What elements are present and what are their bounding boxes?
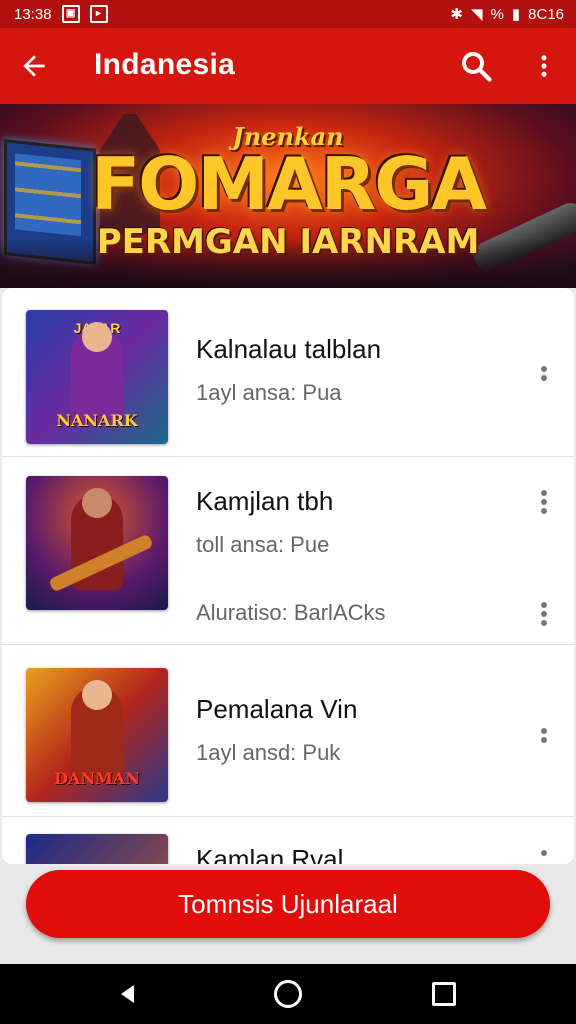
item-menu-icon[interactable] (532, 488, 556, 516)
hero-banner[interactable]: Jnenkan FOMARGA PERMGAN IARNRAM (0, 104, 576, 288)
item-title: Kamjlan tbh (196, 486, 334, 516)
page-title: Indanesia (94, 48, 236, 81)
character-head-art (82, 680, 112, 710)
battery-icon: ▮ (511, 6, 521, 23)
list-item[interactable]: DANMAN Pemalanа Vin 1ayl ansd: Puk (2, 644, 574, 817)
status-right-text: 8C16 (528, 5, 564, 23)
list-item[interactable]: Kamlan Rval (2, 816, 574, 864)
game-thumbnail[interactable]: JALAR NANARK (26, 310, 168, 444)
app-bar: Indanesia (0, 28, 576, 104)
arrow-left-icon[interactable] (18, 50, 50, 82)
item-menu-icon[interactable] (532, 600, 556, 628)
thumb-label: DANMAN (54, 769, 140, 788)
banner-title: FOMARGA (90, 142, 487, 226)
character-head-art (82, 322, 112, 352)
battery-percent: % (490, 5, 504, 23)
thumb-label: NANARK (56, 411, 138, 430)
nav-home-icon[interactable] (274, 980, 302, 1008)
nav-back-icon[interactable] (116, 982, 140, 1006)
more-vert-icon[interactable] (530, 48, 558, 84)
item-title: Kalnalau talblan (196, 334, 382, 364)
item-subtitle: 1ayl ansd: Puk (196, 740, 341, 765)
notification-icon: ▸ (89, 5, 108, 23)
character-head-art (82, 488, 112, 518)
list-item[interactable]: Kamjlan tbh toll ansa: Pue Aluratiso: Ba… (2, 456, 574, 645)
primary-action-button[interactable]: Tomnsis Ujunlaraal (26, 870, 550, 938)
item-subtitle: toll ansa: Pue (196, 532, 330, 557)
game-list: JALAR NANARK Kalnalau talblan 1ayl ansa:… (2, 288, 574, 864)
game-thumbnail[interactable] (26, 476, 168, 610)
item-title: Pemalanа Vin (196, 694, 358, 724)
item-title: Kamlan Rval (196, 844, 344, 864)
nav-recents-icon[interactable] (432, 982, 456, 1006)
item-menu-icon[interactable] (532, 726, 556, 754)
wifi-icon: ◥ (470, 6, 483, 23)
bluetooth-icon: ✱ (450, 6, 463, 23)
item-subtitle: 1ayl ansa: Pua (196, 380, 342, 405)
list-item[interactable]: JALAR NANARK Kalnalau talblan 1ayl ansa:… (2, 288, 574, 457)
gallery-icon: ▣ (61, 5, 80, 23)
item-menu-icon[interactable] (532, 364, 556, 392)
game-thumbnail[interactable]: DANMAN (26, 668, 168, 802)
status-bar: 13:38 ▣ ▸ ✱ ◥ % ▮ 8C16 (0, 0, 576, 28)
search-icon[interactable] (458, 48, 494, 84)
game-thumbnail[interactable] (26, 834, 168, 864)
item-menu-icon[interactable] (532, 848, 556, 864)
banner-tagline: PERMGAN IARNRAM (96, 222, 480, 262)
item-extra: Aluratiso: BarlACks (196, 600, 386, 625)
system-nav-bar (0, 964, 576, 1024)
status-time: 13:38 (14, 5, 52, 23)
